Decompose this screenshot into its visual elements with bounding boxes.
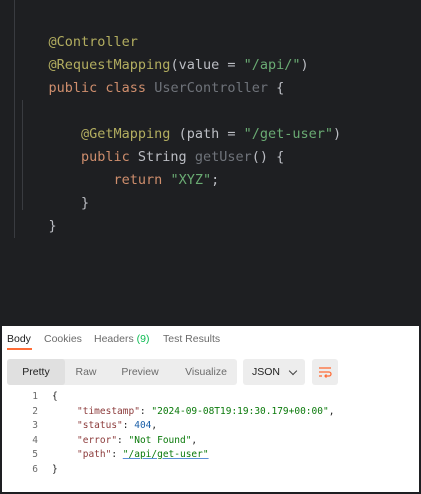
json-close-brace: } <box>52 463 58 475</box>
json-key: "path" <box>77 449 112 460</box>
json-key: "timestamp" <box>77 405 140 417</box>
code-line-6: public String getUser() { <box>16 127 284 165</box>
tab-headers[interactable]: Headers (9) <box>94 333 149 345</box>
json-line-status: "status": 404, <box>77 420 158 431</box>
class-name-token: UserController <box>154 80 268 96</box>
active-tab-indicator <box>7 348 32 350</box>
code-line-1: @Controller <box>16 12 138 50</box>
json-number-value: 404 <box>134 420 152 431</box>
code-token: ) <box>333 126 342 142</box>
format-dropdown-value: JSON <box>252 366 281 378</box>
json-line-error: "error": "Not Found", <box>77 434 198 446</box>
line-number: 4 <box>32 434 38 446</box>
view-mode-pretty[interactable]: Pretty <box>7 359 65 385</box>
code-token: { <box>267 80 285 96</box>
json-string-value: "2024-09-08T19:19:30.179+00:00" <box>151 405 329 417</box>
tab-body[interactable]: Body <box>7 333 31 345</box>
format-dropdown[interactable]: JSON <box>243 359 305 385</box>
json-key: "error" <box>77 434 118 446</box>
view-mode-raw[interactable]: Raw <box>65 359 107 385</box>
wrap-lines-button[interactable] <box>312 359 338 385</box>
code-token: ) <box>300 57 309 73</box>
line-number: 1 <box>32 391 38 402</box>
view-mode-preview[interactable]: Preview <box>111 359 169 385</box>
response-body[interactable]: 1 { 2 "timestamp": "2024-09-08T19:19:30.… <box>2 390 419 490</box>
code-editor[interactable]: @Controller @RequestMapping(value = "/ap… <box>0 0 421 326</box>
json-open-brace: { <box>52 391 58 402</box>
tab-cookies[interactable]: Cookies <box>44 333 82 345</box>
string-token: "XYZ" <box>170 172 212 188</box>
tab-test-results[interactable]: Test Results <box>163 333 220 345</box>
code-token: } <box>48 218 57 234</box>
view-mode-visualize[interactable]: Visualize <box>175 359 237 385</box>
gutter-divider <box>14 0 15 238</box>
chevron-down-icon <box>288 366 298 376</box>
wrap-lines-icon <box>319 367 332 378</box>
code-token: () { <box>251 149 285 165</box>
line-number: 2 <box>32 405 38 417</box>
line-number: 3 <box>32 420 38 431</box>
code-line-8: } <box>16 173 89 211</box>
response-panel: Body Cookies Headers (9) Test Results Pr… <box>2 326 419 492</box>
code-line-3: public class UserController { <box>16 58 285 96</box>
code-token: ; <box>211 172 220 188</box>
tab-headers-label: Headers <box>94 333 134 345</box>
response-tabs: Body Cookies Headers (9) Test Results <box>2 326 419 352</box>
line-number: 6 <box>32 463 38 475</box>
line-number: 5 <box>32 449 38 460</box>
json-key: "status" <box>77 420 123 431</box>
view-mode-switch: Pretty Raw Preview Visualize <box>7 359 237 385</box>
response-toolbar: Pretty Raw Preview Visualize JSON <box>2 359 419 385</box>
code-line-5: @GetMapping (path = "/get-user") <box>16 104 341 142</box>
code-line-7: return "XYZ"; <box>16 150 220 188</box>
code-line-9: } <box>16 196 57 234</box>
json-string-value: "Not Found" <box>128 434 192 446</box>
json-line-timestamp: "timestamp": "2024-09-08T19:19:30.179+00… <box>77 405 335 417</box>
json-path-link[interactable]: "/api/get-user" <box>123 449 209 460</box>
json-line-path: "path": "/api/get-user" <box>77 449 209 460</box>
headers-count-badge: (9) <box>136 333 150 345</box>
keyword-token: public class <box>48 80 155 96</box>
code-line-2: @RequestMapping(value = "/api/") <box>16 35 309 73</box>
